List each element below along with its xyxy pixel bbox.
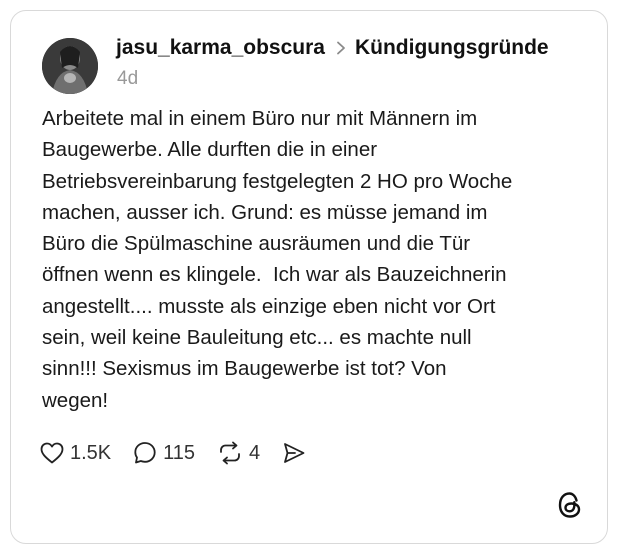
like-button[interactable]: 1.5K (40, 442, 111, 465)
post-body: Arbeitete mal in einem Büro nur mit Männ… (42, 107, 513, 412)
share-button[interactable] (282, 441, 306, 465)
repost-button[interactable]: 4 (217, 441, 260, 465)
heart-icon (40, 442, 64, 464)
avatar-image (42, 38, 98, 94)
topic-tag[interactable]: Kündigungsgründe (355, 36, 549, 60)
timestamp: 4d (117, 68, 139, 89)
send-icon (282, 441, 306, 465)
repost-count: 4 (249, 441, 261, 464)
username[interactable]: jasu_karma_obscura (116, 36, 325, 60)
avatar[interactable] (42, 38, 98, 94)
post-header: jasu_karma_obscura Kündigungsgründe (116, 32, 549, 64)
repost-arrows-icon (217, 441, 243, 465)
speech-bubble-icon (133, 441, 157, 465)
like-count: 1.5K (70, 441, 112, 464)
threads-logo-icon (557, 491, 583, 519)
reply-count: 115 (163, 441, 196, 464)
chevron-right-icon (336, 41, 346, 55)
post-card: jasu_karma_obscura Kündigungsgründe 4d A… (10, 10, 608, 544)
action-bar: 1.5K 115 4 (40, 439, 328, 467)
reply-button[interactable]: 115 (133, 441, 195, 465)
